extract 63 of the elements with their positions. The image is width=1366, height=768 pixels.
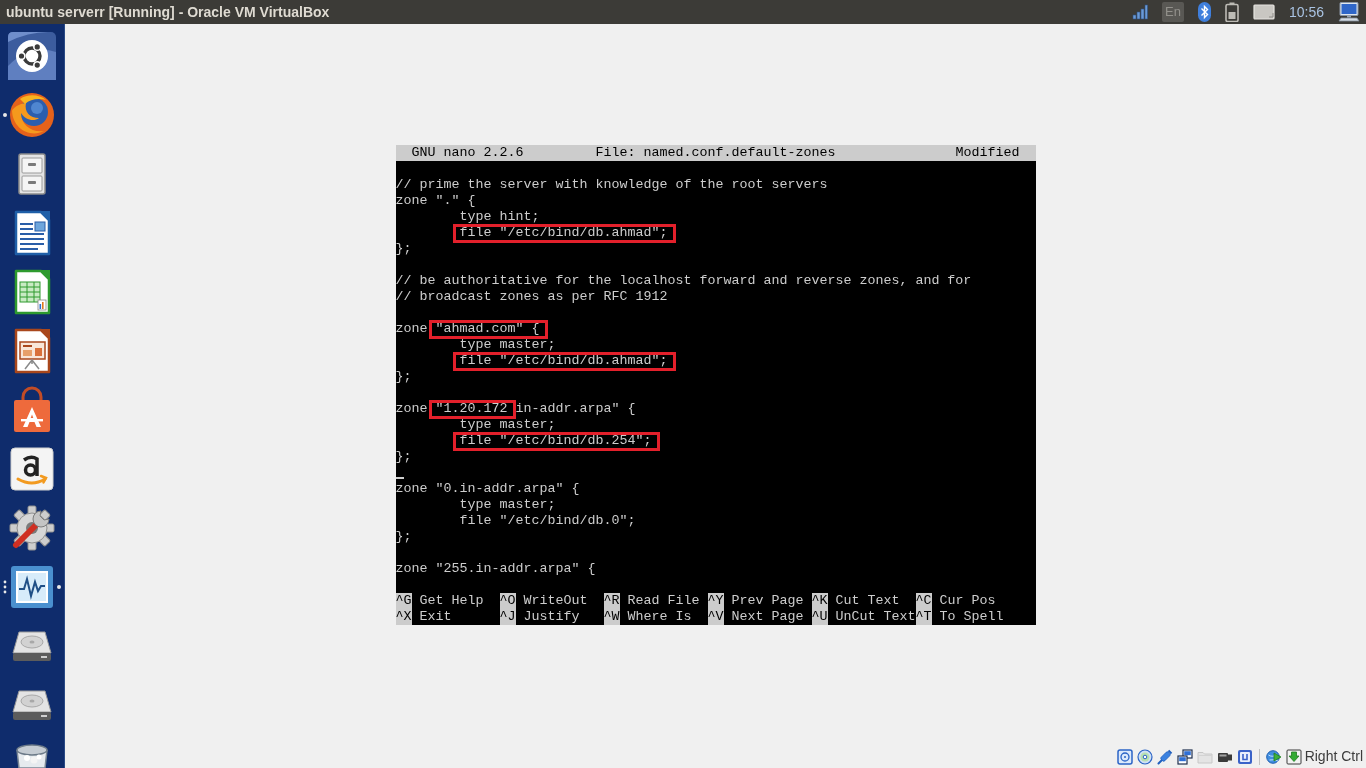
shortcut-key: ^R [603, 592, 620, 609]
code-text: file "/etc/bind/db.ahmad"; [459, 224, 668, 240]
host-key-label: Right Ctrl [1304, 747, 1363, 766]
code-text: // broadcast zones as per RFC 1912 [395, 288, 668, 304]
shortcut-key: ^G [395, 592, 412, 609]
battery-icon[interactable] [1224, 2, 1239, 22]
code-text: file "/etc/bind/db.ahmad"; [459, 352, 668, 368]
shortcut-label: WriteOut [523, 592, 588, 609]
shortcut-label: Get Help [419, 592, 484, 609]
code-text: zone "255.in-addr.arpa" { [395, 560, 596, 576]
code-text: }; [395, 448, 412, 464]
waveform-icon[interactable] [8, 563, 56, 611]
down-arrow-icon[interactable] [1285, 748, 1302, 765]
shortcut-label: Justify [523, 608, 580, 625]
shortcut-label: UnCut Text [835, 608, 916, 625]
code-text: "1.20.172 [435, 400, 508, 416]
letter-a-smile-icon[interactable] [8, 445, 56, 493]
shortcut-label: Cur Pos [939, 592, 996, 609]
u-tile-icon[interactable] [1236, 748, 1253, 765]
code-text: zone [395, 320, 428, 336]
code-text: file "/etc/bind/db.0"; [459, 512, 636, 528]
shortcut-label: Read File [627, 592, 700, 609]
ring-logo-icon[interactable] [8, 32, 56, 80]
shortcut-key: ^O [499, 592, 516, 609]
code-text: zone "." { [395, 192, 476, 208]
window-title: ubuntu serverr [Running] - Oracle VM VirtualBox [6, 2, 330, 22]
code-text: type hint; [459, 208, 540, 224]
disc-icon[interactable] [1136, 748, 1153, 765]
file-name: File: named.conf.default-zones [595, 144, 836, 161]
network-icon[interactable] [1176, 748, 1193, 765]
plug-icon[interactable] [1156, 748, 1173, 765]
code-text: zone [395, 400, 428, 416]
code-text: in-addr.arpa" { [515, 400, 636, 416]
signal-bars-icon[interactable] [1132, 4, 1149, 20]
bluetooth-icon[interactable] [1197, 2, 1211, 22]
code-text: type master; [459, 496, 556, 512]
shortcut-label: To Spell [939, 608, 1004, 625]
code-text: // prime the server with knowledge of the root servers [395, 176, 828, 192]
code-text: }; [395, 368, 412, 384]
text-cursor [395, 476, 404, 479]
code-text: }; [395, 240, 412, 256]
code-text: type master; [459, 336, 556, 352]
shortcut-label: Next Page [731, 608, 804, 625]
display-icon[interactable] [1252, 4, 1275, 20]
shortcut-key: ^Y [707, 592, 724, 609]
shortcut-key: ^C [915, 592, 932, 609]
code-text: file "/etc/bind/db.254"; [459, 432, 652, 448]
code-text: type master; [459, 416, 556, 432]
clock[interactable]: 10:56 [1288, 1, 1324, 23]
shortcut-label: Prev Page [731, 592, 804, 609]
editor-version: GNU nano 2.2.6 [411, 144, 524, 161]
gear-wrench-icon[interactable] [8, 504, 56, 552]
modified-status: Modified [955, 144, 1020, 161]
code-text: zone "0.in-addr.arpa" { [395, 480, 580, 496]
shortcut-key: ^K [811, 592, 828, 609]
shortcut-label: Exit [419, 608, 452, 625]
computer-icon[interactable] [1338, 2, 1360, 22]
shortcut-label: Where Is [627, 608, 692, 625]
code-text: "ahmad.com" { [435, 320, 540, 336]
code-text: // be authoritative for the localhost forward and reverse zones, and for [395, 272, 972, 288]
fox-globe-icon[interactable] [8, 91, 56, 139]
shortcut-label: Cut Text [835, 592, 900, 609]
code-text: }; [395, 528, 412, 544]
